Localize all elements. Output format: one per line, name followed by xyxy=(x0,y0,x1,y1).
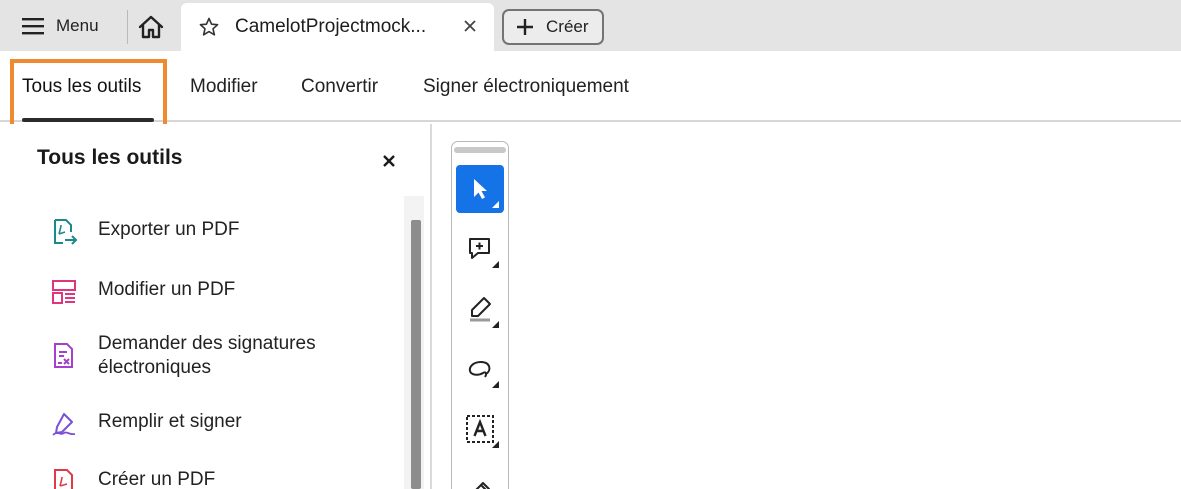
menu-label: Menu xyxy=(56,16,99,35)
eraser-tool-button[interactable] xyxy=(456,462,504,489)
lasso-draw-icon xyxy=(468,360,491,378)
select-cursor-icon xyxy=(474,179,487,199)
submenu-indicator xyxy=(492,441,499,448)
submenu-indicator xyxy=(492,381,499,388)
submenu-indicator xyxy=(492,201,499,208)
tool-label: Demander des signatures électroniques xyxy=(98,333,316,378)
tool-label: Remplir et signer xyxy=(98,411,242,432)
edit-pdf-icon xyxy=(50,278,78,306)
tools-navbar: Tous les outils Modifier Convertir Signe… xyxy=(0,51,1181,122)
panel-scrollbar-thumb[interactable] xyxy=(411,220,421,489)
document-tab[interactable]: CamelotProjectmock... xyxy=(181,3,494,51)
request-signatures-icon xyxy=(50,342,78,370)
draw-tool-button[interactable] xyxy=(456,345,504,393)
add-comment-tool-button[interactable] xyxy=(456,225,504,273)
menu-button[interactable]: Menu xyxy=(12,9,116,43)
highlight-pen-icon xyxy=(470,297,491,322)
tool-label: Modifier un PDF xyxy=(98,279,236,300)
tool-edit-pdf[interactable]: Modifier un PDF xyxy=(50,278,235,306)
create-button[interactable]: Créer xyxy=(502,9,604,45)
select-tool-button[interactable] xyxy=(456,165,504,213)
tab-edit[interactable]: Modifier xyxy=(190,76,258,98)
home-button[interactable] xyxy=(134,10,168,44)
hamburger-menu-icon xyxy=(22,18,44,35)
create-label: Créer xyxy=(546,17,589,36)
tool-label: Créer un PDF xyxy=(98,469,216,489)
text-tool-button[interactable] xyxy=(456,405,504,453)
tool-export-pdf[interactable]: Exporter un PDF xyxy=(50,218,240,246)
titlebar-divider xyxy=(127,10,128,44)
plus-icon xyxy=(517,19,533,35)
close-panel-icon[interactable] xyxy=(382,154,396,168)
toolbar-grip-handle[interactable] xyxy=(454,147,506,153)
submenu-indicator xyxy=(492,261,499,268)
all-tools-panel: Tous les outils Exporter un PDF Modifier… xyxy=(0,124,430,489)
tab-convert[interactable]: Convertir xyxy=(301,76,378,98)
panel-divider[interactable] xyxy=(430,124,432,489)
export-pdf-icon xyxy=(50,218,78,246)
tab-e-sign[interactable]: Signer électroniquement xyxy=(423,76,629,98)
close-tab-icon[interactable] xyxy=(464,20,476,32)
highlight-tool-button[interactable] xyxy=(456,285,504,333)
star-favorite-icon[interactable] xyxy=(199,17,219,37)
home-icon xyxy=(138,15,164,39)
add-comment-icon xyxy=(469,238,490,259)
eraser-icon xyxy=(475,482,490,489)
submenu-indicator xyxy=(492,321,499,328)
title-bar: Menu CamelotProjectmock... Créer xyxy=(0,0,1181,51)
text-box-select-icon xyxy=(466,415,494,443)
tool-fill-sign[interactable]: Remplir et signer xyxy=(50,410,242,438)
tool-create-pdf[interactable]: Créer un PDF xyxy=(50,468,215,489)
tool-request-signatures[interactable]: Demander des signatures électroniques xyxy=(50,332,368,380)
tool-label: Exporter un PDF xyxy=(98,219,240,240)
fill-sign-icon xyxy=(50,410,78,438)
create-pdf-icon xyxy=(50,468,78,489)
panel-title: Tous les outils xyxy=(37,146,183,169)
document-tab-title: CamelotProjectmock... xyxy=(235,16,427,37)
